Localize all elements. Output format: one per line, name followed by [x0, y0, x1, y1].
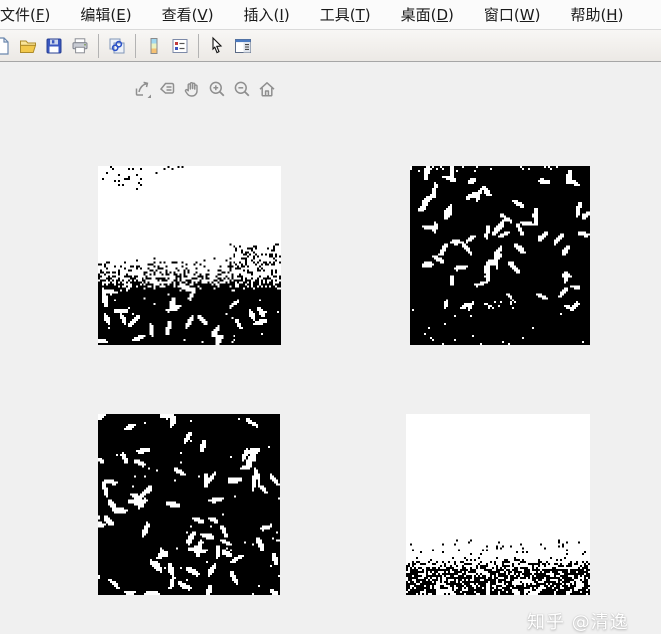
cursor-arrow-icon — [212, 36, 223, 53]
binary-image-bottom-right[interactable] — [406, 414, 590, 595]
menu-view[interactable]: 查看(V) — [147, 0, 229, 29]
menu-insert-label: 插入( — [243, 6, 280, 24]
open-folder-icon — [20, 40, 37, 53]
zoom-in-button[interactable] — [205, 77, 229, 101]
binary-image-bottom-left[interactable] — [98, 414, 280, 595]
property-editor-button[interactable] — [230, 33, 256, 59]
menu-tools[interactable]: 工具(T) — [305, 0, 386, 29]
menu-tools-label: 工具( — [319, 6, 356, 24]
datatip-icon — [159, 82, 175, 94]
menu-help-label: 帮助( — [570, 6, 607, 24]
legend-icon — [172, 38, 188, 53]
print-figure-button[interactable] — [67, 33, 93, 59]
figure-toolbar — [0, 30, 661, 62]
new-document-icon — [0, 36, 9, 55]
menu-view-mnemonic: V — [197, 6, 208, 24]
menu-file-mnemonic: F — [35, 6, 45, 24]
pan-hand-icon — [184, 82, 198, 97]
menu-view-suffix: ) — [207, 6, 214, 24]
menu-help-suffix: ) — [617, 6, 624, 24]
menu-help[interactable]: 帮助(H) — [555, 0, 638, 29]
toolbar-separator — [198, 33, 199, 58]
menu-window[interactable]: 窗口(W) — [469, 0, 556, 29]
figure-canvas-area: 知乎 @清逸 — [0, 62, 661, 633]
menu-bar: 文件(F) 编辑(E) 查看(V) 插入(I) 工具(T) 桌面(D) 窗口(W… — [0, 0, 661, 30]
binary-image-top-left[interactable] — [98, 166, 281, 345]
colorbar-icon — [150, 37, 158, 54]
menu-tools-suffix: ) — [364, 6, 371, 24]
watermark: 知乎 @清逸 — [527, 612, 629, 633]
printer-icon — [72, 37, 88, 53]
zoom-out-button[interactable] — [230, 77, 254, 101]
restore-view-button[interactable] — [255, 77, 279, 101]
toolbar-separator — [135, 33, 136, 58]
menu-desktop[interactable]: 桌面(D) — [386, 0, 469, 29]
pan-button[interactable] — [180, 77, 204, 101]
menu-file[interactable]: 文件(F) — [0, 0, 65, 29]
data-tips-button[interactable] — [155, 77, 179, 101]
menu-edit-suffix: ) — [125, 6, 132, 24]
insert-legend-button[interactable] — [167, 33, 193, 59]
menu-edit[interactable]: 编辑(E) — [65, 0, 146, 29]
toolbar-separator — [98, 33, 99, 58]
menu-desktop-suffix: ) — [448, 6, 454, 24]
binary-image-top-right[interactable] — [410, 166, 590, 345]
zoom-out-icon — [234, 81, 250, 97]
new-figure-button[interactable] — [0, 33, 15, 59]
save-floppy-icon — [46, 38, 62, 53]
menu-window-mnemonic: W — [519, 6, 535, 24]
menu-insert-suffix: ) — [283, 6, 290, 24]
edit-plot-button[interactable] — [204, 33, 230, 59]
axes-toolbar — [130, 77, 279, 101]
menu-window-label: 窗口( — [483, 6, 520, 24]
zoom-in-icon — [209, 81, 225, 97]
menu-view-label: 查看( — [161, 6, 198, 24]
insert-colorbar-button[interactable] — [141, 33, 167, 59]
menu-desktop-mnemonic: D — [436, 6, 449, 24]
link-plot-button[interactable] — [104, 33, 130, 59]
menu-edit-label: 编辑( — [80, 6, 117, 24]
open-file-button[interactable] — [15, 33, 41, 59]
menu-file-suffix: ) — [44, 6, 51, 24]
home-icon — [259, 82, 275, 97]
export-icon — [135, 81, 151, 98]
menu-file-label: 文件( — [0, 6, 36, 24]
menu-window-suffix: ) — [534, 6, 541, 24]
export-button[interactable] — [130, 77, 154, 101]
menu-tools-mnemonic: T — [355, 6, 365, 24]
save-figure-button[interactable] — [41, 33, 67, 59]
menu-desktop-label: 桌面( — [400, 6, 437, 24]
menu-insert[interactable]: 插入(I) — [229, 0, 305, 29]
menu-help-mnemonic: H — [606, 6, 618, 24]
property-editor-icon — [235, 38, 251, 53]
link-plot-icon — [109, 38, 125, 53]
menu-edit-mnemonic: E — [116, 6, 126, 24]
